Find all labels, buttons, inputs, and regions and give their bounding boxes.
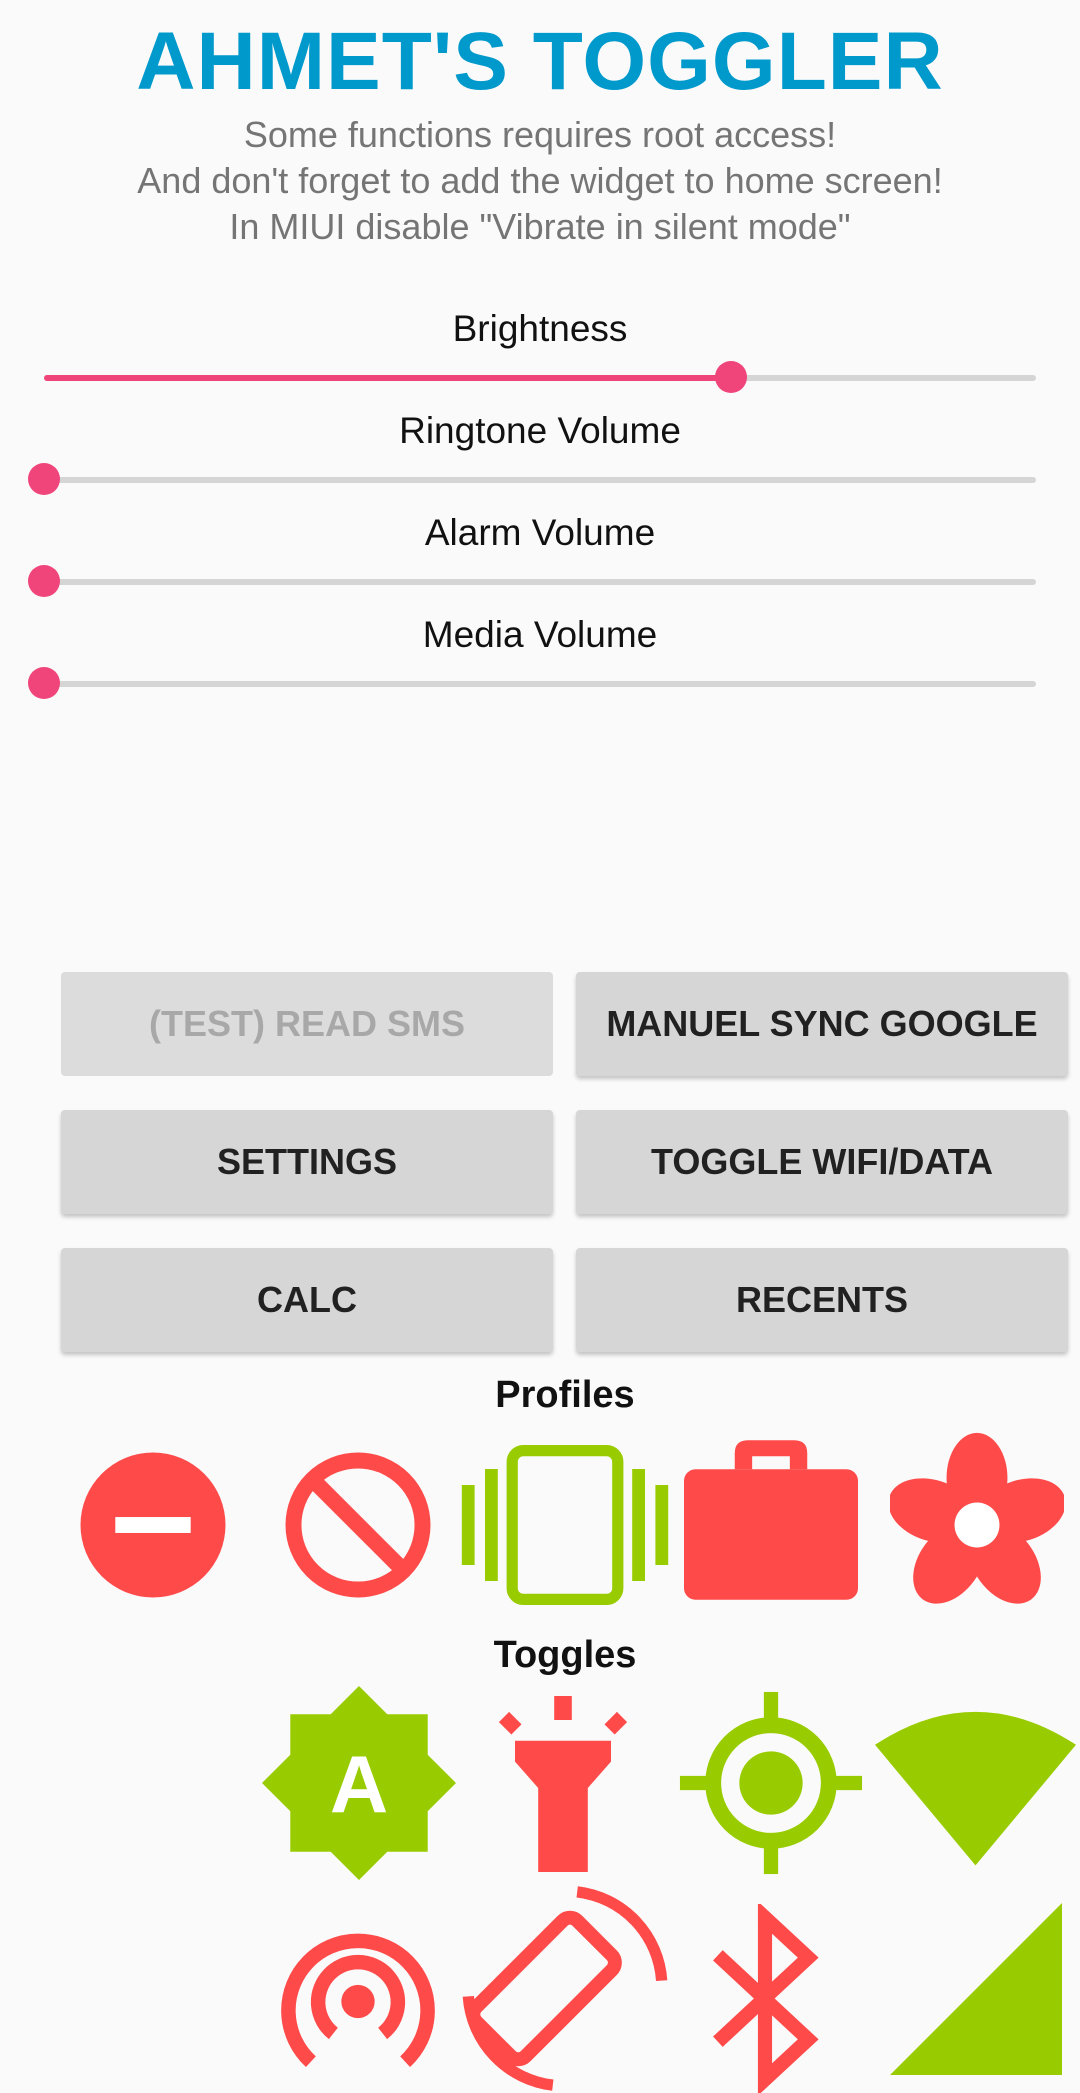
media-volume-thumb[interactable] (28, 667, 60, 699)
info-notes: Some functions requires root access! And… (0, 112, 1080, 250)
work-icon[interactable] (684, 1438, 858, 1602)
manuel-sync-google-button[interactable]: MANUEL SYNC GOOGLE (576, 972, 1068, 1076)
alarm-volume-track (44, 579, 1036, 585)
flower-icon[interactable] (890, 1427, 1064, 1623)
block-icon[interactable] (271, 1438, 445, 1612)
brightness-fill (44, 375, 732, 381)
wifi-icon[interactable] (875, 1704, 1076, 1866)
recents-button[interactable]: RECENTS (576, 1248, 1068, 1352)
toggle-wifi-data-button[interactable]: TOGGLE WIFI/DATA (576, 1110, 1068, 1214)
test-read-sms-button[interactable]: (TEST) READ SMS (61, 972, 553, 1076)
media-volume-track (44, 681, 1036, 687)
svg-text:A: A (330, 1740, 388, 1830)
gps-icon[interactable] (676, 1686, 866, 1880)
ringtone-volume-label: Ringtone Volume (399, 410, 681, 451)
alarm-volume-label: Alarm Volume (424, 512, 656, 553)
mobile-signal-icon[interactable] (890, 1903, 1062, 2075)
media-volume-slider[interactable] (28, 665, 1036, 701)
brightness-label: Brightness (452, 308, 628, 349)
do-not-disturb-icon[interactable] (66, 1438, 240, 1612)
vibrate-icon[interactable] (461, 1445, 669, 1605)
auto-brightness-icon[interactable]: A (262, 1686, 456, 1880)
brightness-slider[interactable] (44, 359, 1036, 395)
hotspot-icon[interactable] (271, 1910, 445, 2093)
screen-rotation-icon[interactable] (460, 1884, 670, 2093)
profiles-title: Profiles (495, 1374, 635, 1416)
alarm-volume-slider[interactable] (28, 563, 1036, 599)
alarm-volume-thumb[interactable] (28, 565, 60, 597)
brightness-thumb[interactable] (715, 361, 748, 393)
note-miui: In MIUI disable "Vibrate in silent mode" (229, 206, 851, 247)
settings-button[interactable]: SETTINGS (61, 1110, 553, 1214)
note-add-widget: And don't forget to add the widget to ho… (137, 160, 943, 201)
flashlight-icon[interactable] (487, 1696, 639, 1872)
ringtone-volume-slider[interactable] (28, 461, 1036, 497)
app-title: AHMET'S TOGGLER (136, 16, 944, 107)
note-root-access: Some functions requires root access! (243, 114, 837, 155)
media-volume-label: Media Volume (422, 614, 658, 655)
toggles-title: Toggles (493, 1634, 637, 1676)
ringtone-volume-track (44, 477, 1036, 483)
calc-button[interactable]: CALC (61, 1248, 553, 1352)
bluetooth-icon[interactable] (710, 1904, 820, 2093)
ringtone-volume-thumb[interactable] (28, 463, 60, 495)
